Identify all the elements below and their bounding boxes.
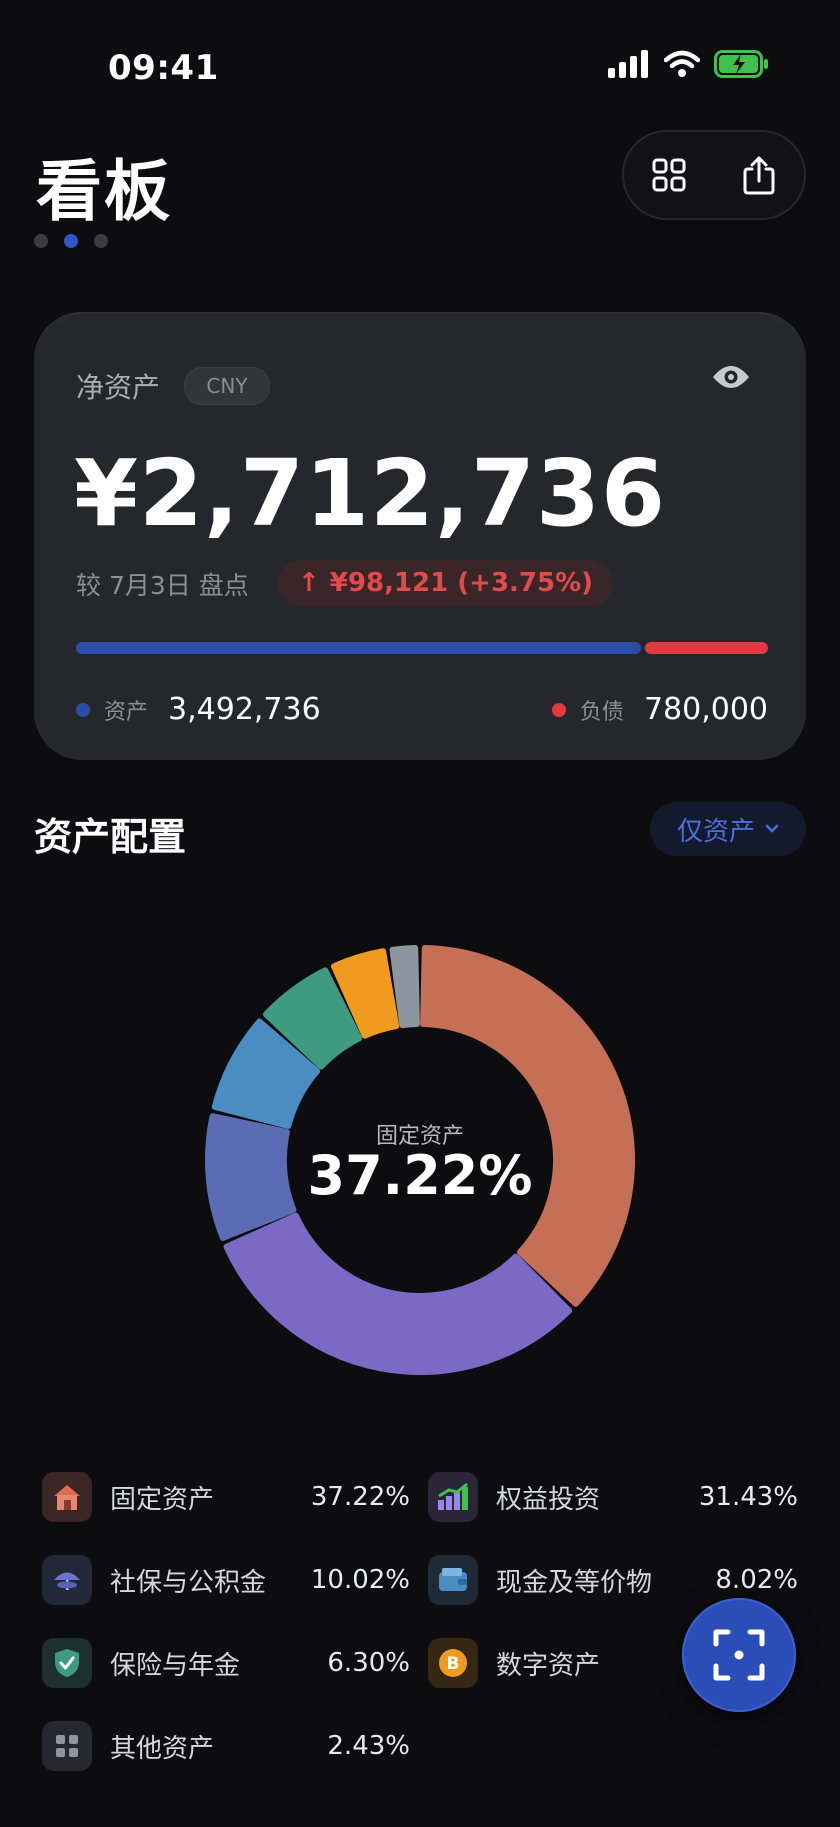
asset-filter-dropdown[interactable]: 仅资产: [650, 802, 806, 856]
legend-item-name: 现金及等价物: [496, 1567, 653, 1598]
page-dot[interactable]: [94, 234, 108, 248]
legend-item-name: 其他资产: [110, 1733, 215, 1764]
grid-view-button[interactable]: [639, 145, 699, 205]
liabilities-value: 780,000: [643, 692, 768, 727]
wallet-icon: [428, 1555, 478, 1605]
legend-item-name: 权益投资: [496, 1484, 601, 1515]
share-icon: [743, 156, 775, 195]
legend-item-name: 保险与年金: [110, 1650, 241, 1681]
assets-legend: 资产 3,492,736: [76, 692, 321, 727]
compare-text: 较 7月3日 盘点: [76, 571, 249, 600]
filter-label: 仅资产: [676, 816, 755, 847]
assets-dot: [76, 702, 90, 717]
liabilities-bar: [645, 642, 768, 654]
wifi-icon: [664, 50, 700, 77]
svg-text:B: B: [447, 1654, 460, 1674]
legend-item-percent: 37.22%: [310, 1482, 410, 1512]
legend-item-name: 数字资产: [496, 1650, 601, 1681]
change-badge: ↑ ¥98,121 (+3.75%): [278, 560, 614, 606]
net-worth-amount: ¥2,712,736: [74, 440, 667, 547]
status-time: 09:41: [108, 48, 219, 88]
shield-check-icon: [42, 1638, 92, 1688]
legend-item[interactable]: 保险与年金 6.30%: [42, 1637, 410, 1689]
page-indicator[interactable]: [34, 234, 108, 248]
net-worth-card[interactable]: 净资产 CNY ¥2,712,736 较 7月3日 盘点 ↑ ¥98,121 (…: [34, 312, 806, 760]
up-arrow-icon: ↑: [298, 568, 320, 598]
eye-icon: [713, 366, 749, 388]
header-actions: [622, 130, 806, 220]
legend-item-percent: 10.02%: [310, 1565, 410, 1595]
donut-slice-1[interactable]: [223, 1212, 573, 1375]
legend-item[interactable]: 其他资产 2.43%: [42, 1720, 410, 1772]
currency-badge: CNY: [184, 367, 270, 405]
scan-button[interactable]: [682, 1598, 796, 1712]
legend-item-percent: 8.02%: [715, 1565, 798, 1595]
grid-icon: [42, 1721, 92, 1771]
net-worth-label: 净资产: [76, 371, 161, 404]
battery-charging-icon: [714, 50, 768, 78]
assets-value: 3,492,736: [168, 692, 321, 727]
legend-item-name: 固定资产: [110, 1484, 215, 1515]
chart-icon: [428, 1472, 478, 1522]
legend-item-percent: 31.43%: [698, 1482, 798, 1512]
chevron-down-icon: [765, 824, 779, 833]
legend-item[interactable]: 固定资产 37.22%: [42, 1471, 410, 1523]
donut-center-value: 37.22%: [307, 1144, 533, 1207]
umbrella-icon: [42, 1555, 92, 1605]
assets-label: 资产: [104, 699, 149, 725]
legend-item[interactable]: 权益投资 31.43%: [428, 1471, 798, 1523]
legend-item-name: 社保与公积金: [110, 1567, 267, 1598]
liabilities-dot: [551, 702, 566, 717]
grid-icon: [652, 158, 686, 192]
assets-bar: [76, 642, 641, 654]
page-dot[interactable]: [34, 234, 48, 248]
signal-icon: [608, 50, 648, 78]
scan-icon: [713, 1629, 765, 1681]
allocation-title: 资产配置: [34, 815, 187, 859]
page-dot-active[interactable]: [64, 234, 78, 248]
bitcoin-icon: B: [428, 1638, 478, 1688]
liabilities-legend: 负债 780,000: [551, 692, 768, 727]
page-title: 看板: [36, 153, 172, 230]
visibility-toggle[interactable]: [712, 364, 750, 394]
liabilities-label: 负债: [579, 699, 624, 725]
legend-item[interactable]: 社保与公积金 10.02%: [42, 1554, 410, 1606]
status-icons: [608, 50, 770, 78]
change-value: ¥98,121 (+3.75%): [329, 568, 594, 598]
house-icon: [42, 1472, 92, 1522]
legend-item-percent: 6.30%: [327, 1648, 410, 1678]
share-button[interactable]: [729, 145, 789, 205]
legend-item-percent: 2.43%: [327, 1731, 410, 1761]
